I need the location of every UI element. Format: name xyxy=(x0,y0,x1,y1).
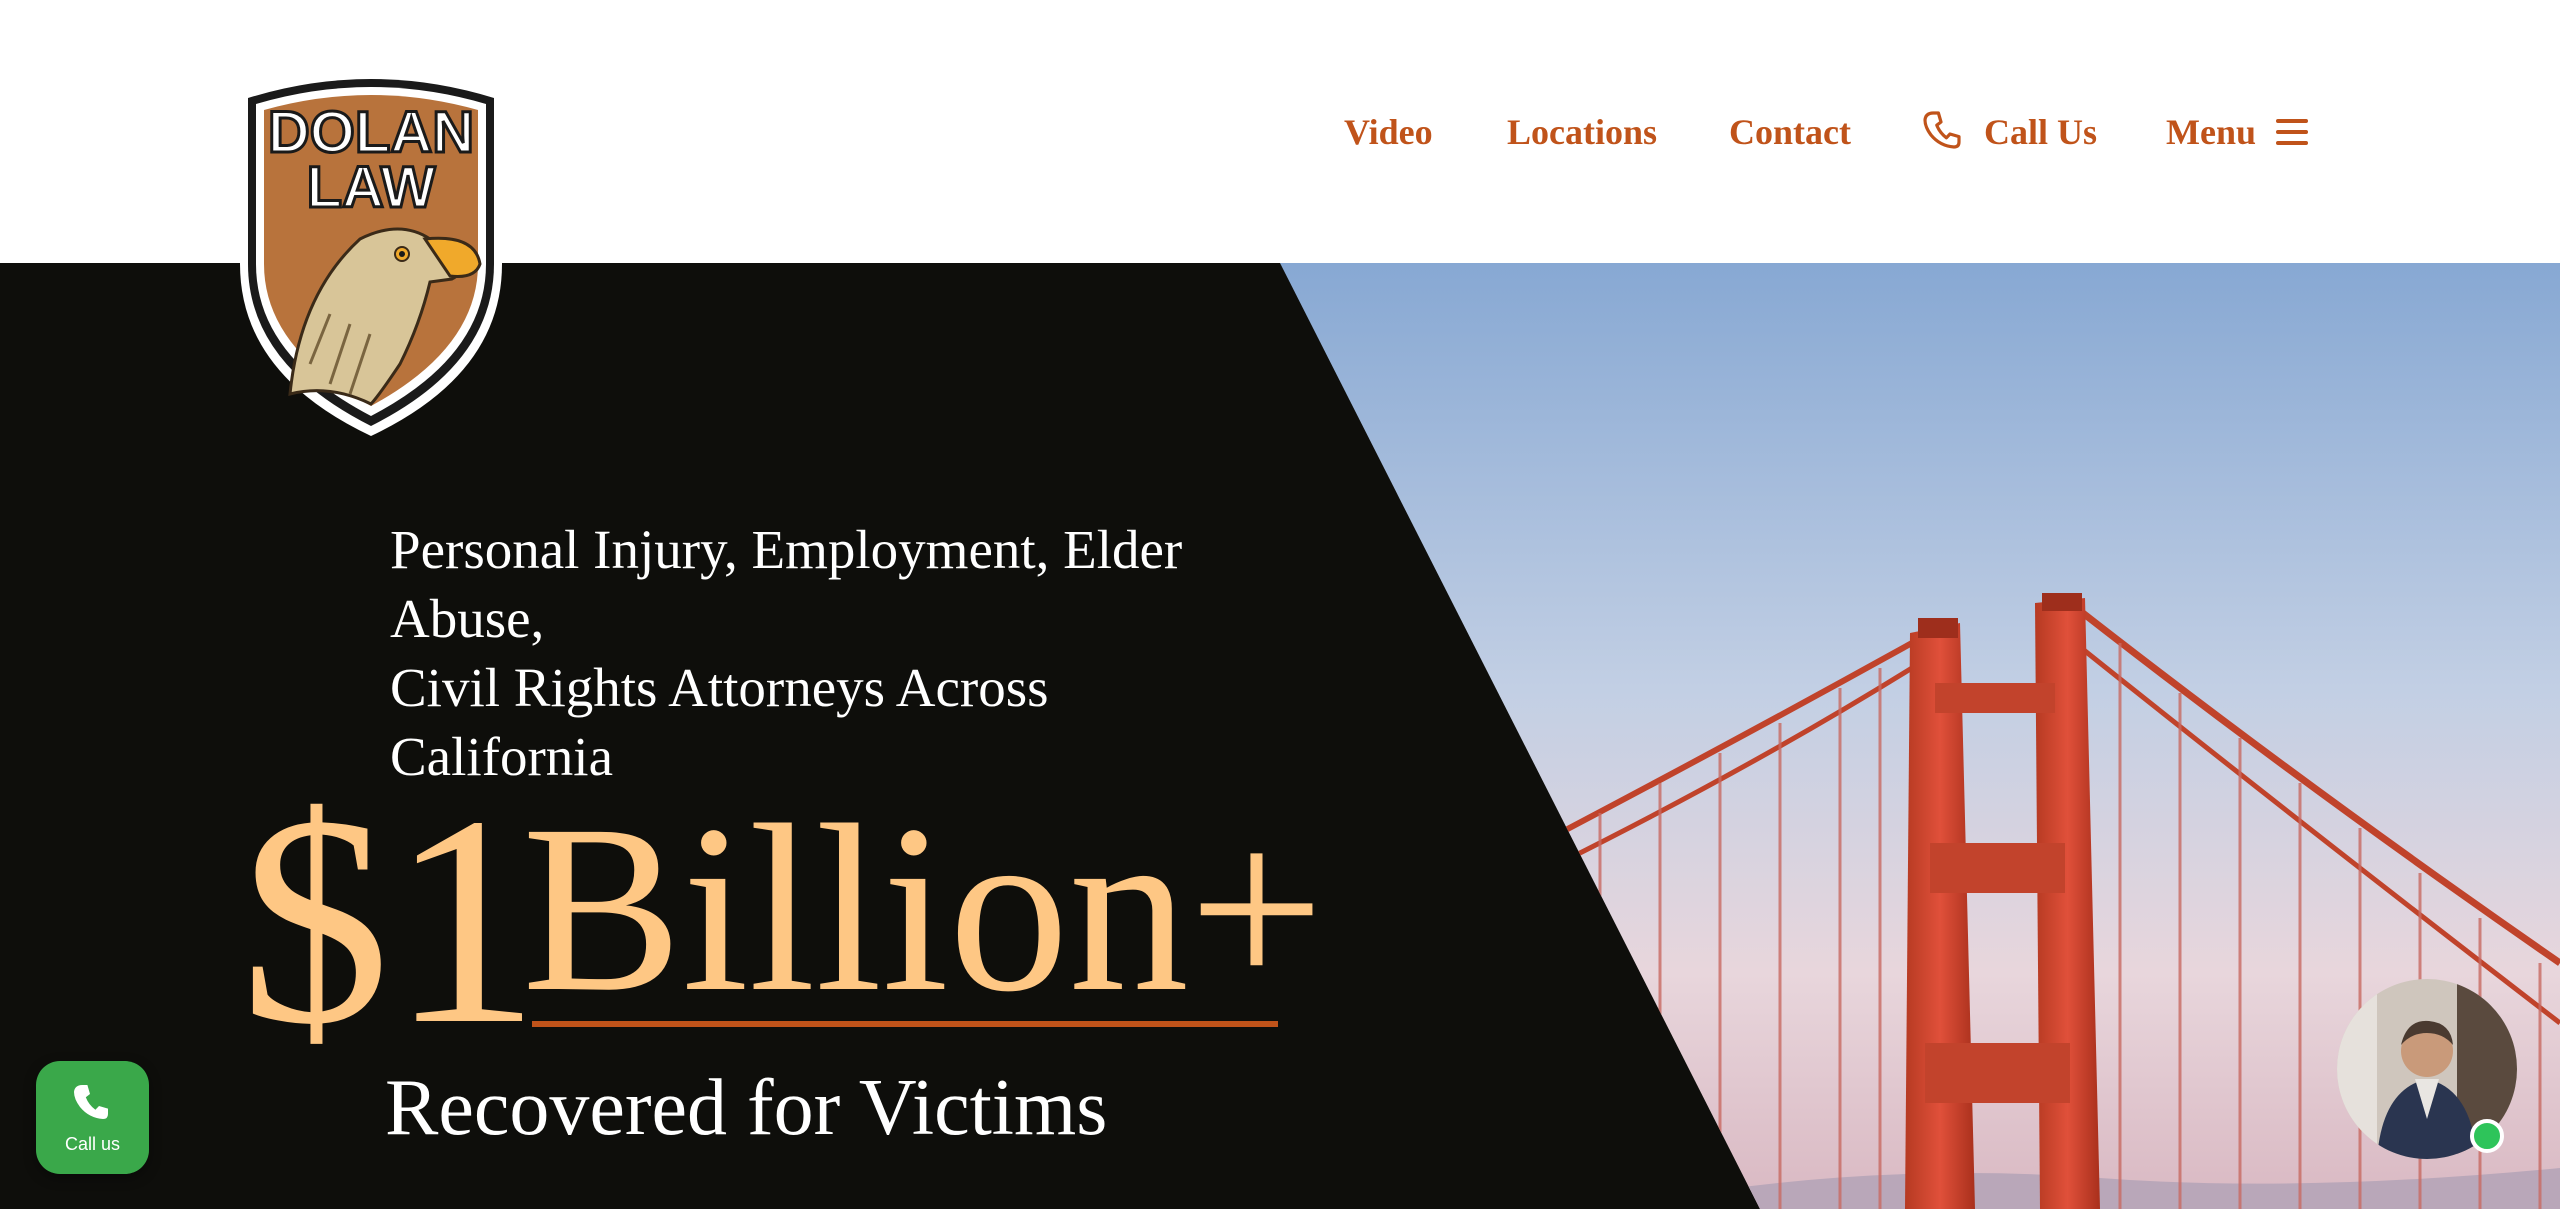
nav-menu-label: Menu xyxy=(2166,112,2256,152)
phone-icon xyxy=(73,1085,108,1119)
amount-prefix: $1 xyxy=(240,754,540,1086)
floating-call-label: Call us xyxy=(64,1134,121,1154)
phone-icon xyxy=(1923,111,1961,149)
amount-underline xyxy=(532,1021,1278,1027)
nav-contact-link[interactable]: Contact xyxy=(1729,104,1851,160)
nav-locations-link[interactable]: Locations xyxy=(1507,104,1657,160)
floating-call-button[interactable]: Call us xyxy=(36,1061,149,1174)
online-status-indicator xyxy=(2470,1119,2504,1153)
nav-menu-button[interactable]: Menu xyxy=(2166,104,2312,160)
nav-call-us-link[interactable]: Call Us xyxy=(1920,104,2097,160)
hamburger-icon xyxy=(2276,119,2308,145)
tagline-line-3: Civil Rights Attorneys Across xyxy=(390,657,1049,718)
nav-call-us-label: Call Us xyxy=(1984,112,2098,152)
tagline-line-1: Personal Injury, Employment, Elder xyxy=(390,519,1183,580)
hero-subline: Recovered for Victims xyxy=(385,1064,1108,1152)
tagline-line-2: Abuse, xyxy=(390,588,545,649)
main-nav: Video Locations Contact Call Us Menu xyxy=(0,104,2560,160)
logo-text-law: LAW xyxy=(307,155,436,220)
nav-video-link[interactable]: Video xyxy=(1344,104,1433,160)
amount-word: Billion+ xyxy=(522,775,1325,1041)
hero-tagline: Personal Injury, Employment, Elder Abuse… xyxy=(390,515,1240,791)
